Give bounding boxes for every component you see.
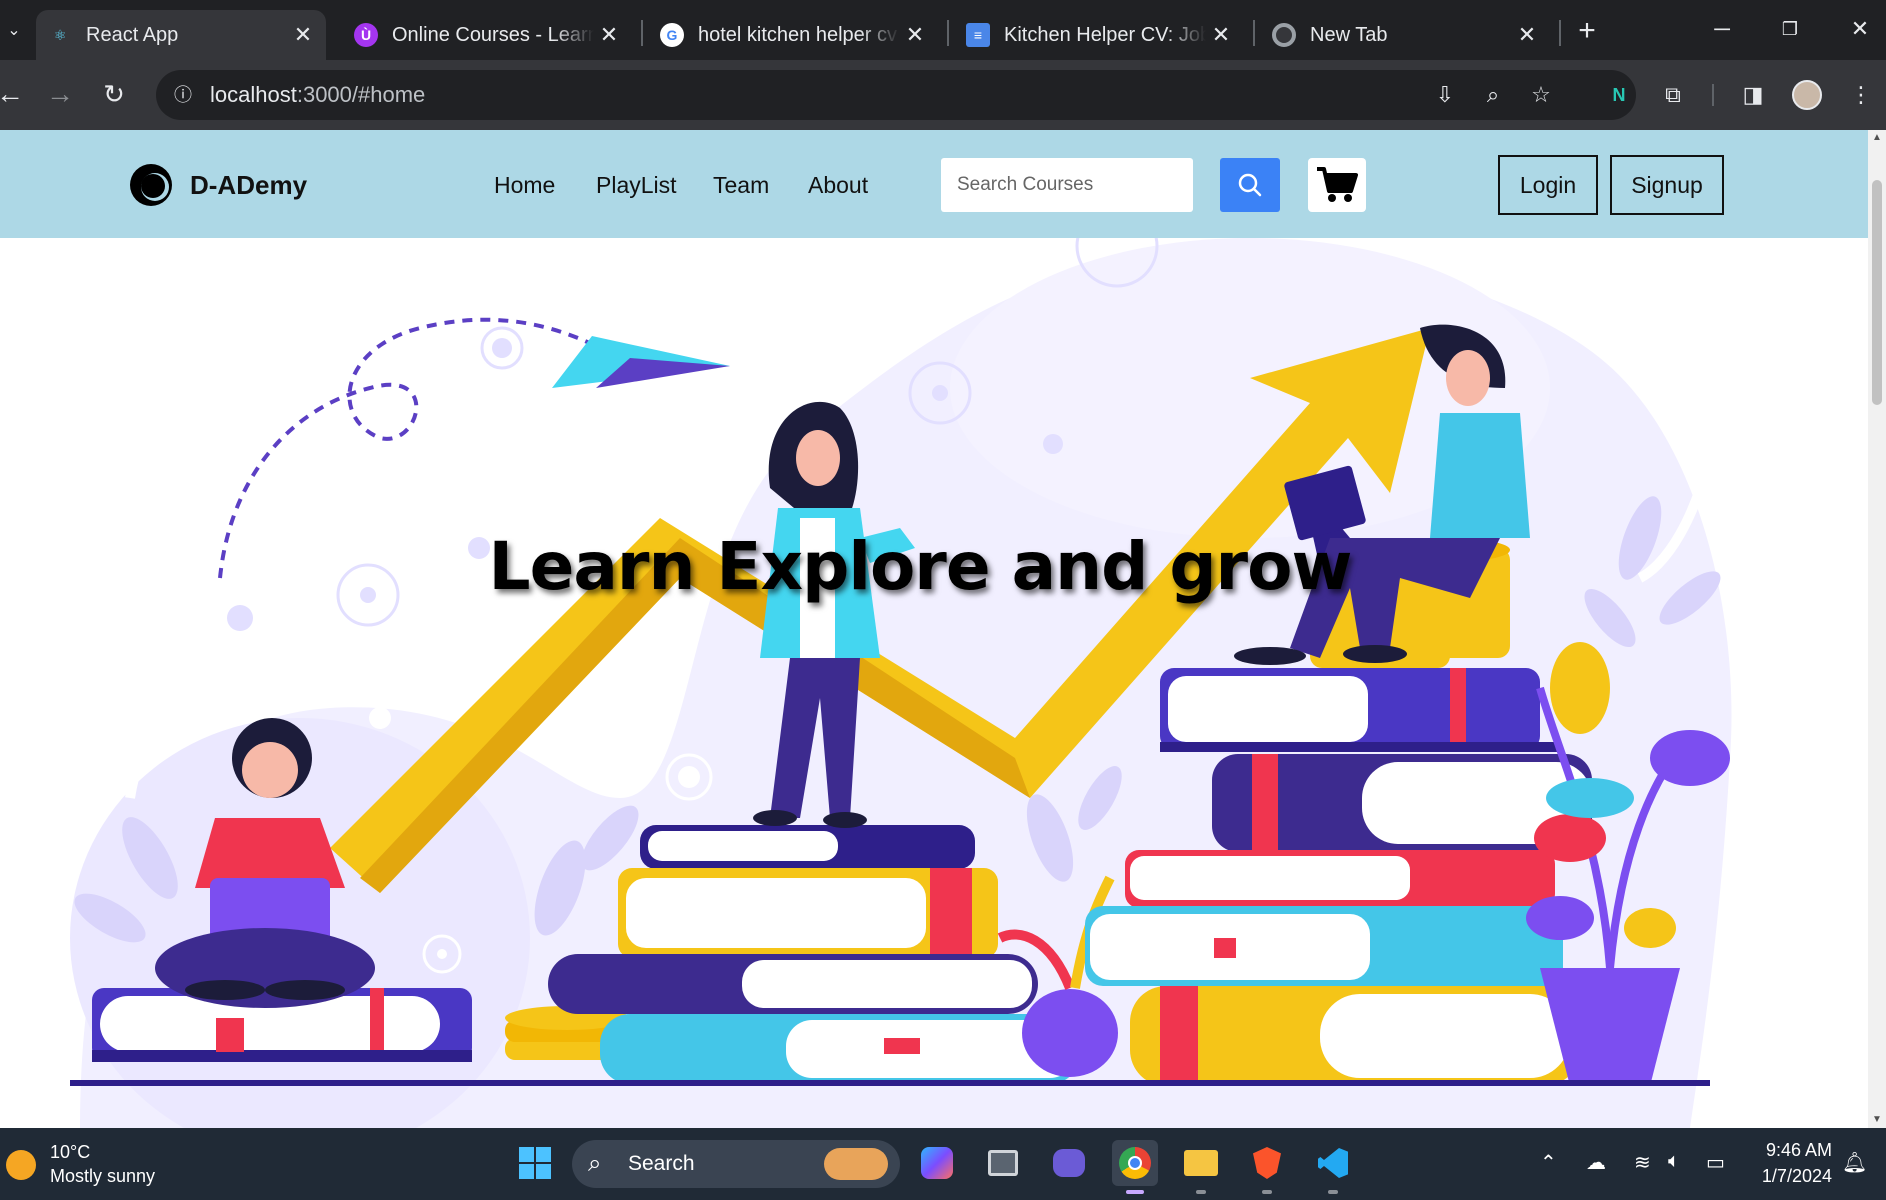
app-indicator (1262, 1190, 1272, 1194)
search-courses-input[interactable] (941, 158, 1193, 212)
tab-title: New Tab (1310, 23, 1388, 46)
restore-icon[interactable]: ❐ (1770, 12, 1810, 46)
signup-button[interactable]: Signup (1610, 155, 1724, 215)
udemy-icon: Ù (354, 23, 378, 47)
close-icon[interactable]: ✕ (594, 22, 624, 48)
vscode-icon[interactable] (1310, 1140, 1356, 1186)
bookmark-star-icon[interactable]: ☆ (1524, 78, 1558, 112)
copilot-icon[interactable] (914, 1140, 960, 1186)
search-highlight-icon (824, 1148, 888, 1180)
react-icon: ⚛ (53, 26, 67, 43)
close-icon[interactable]: ✕ (900, 22, 930, 48)
windows-logo-icon (519, 1147, 551, 1179)
hero-heading: Learn Explore and grow (488, 528, 1353, 605)
search-icon (1238, 173, 1262, 197)
toolbar-divider (1712, 84, 1714, 106)
taskbar-search-label: Search (628, 1152, 695, 1175)
tab-title: Online Courses - Learn Anything (392, 23, 594, 46)
cart-button[interactable] (1308, 158, 1366, 212)
chrome-menu-icon[interactable]: ⋮ (1844, 78, 1878, 112)
scroll-up-icon[interactable]: ▲ (1868, 130, 1886, 146)
new-tab-button[interactable]: + (1572, 14, 1602, 48)
scroll-down-icon[interactable]: ▼ (1868, 1112, 1886, 1128)
weather-temperature[interactable]: 10°C (50, 1142, 90, 1163)
clock-date[interactable]: 1/7/2024 (1756, 1166, 1832, 1187)
tab-online-courses[interactable]: Ù Online Courses - Learn Anything ✕ (342, 10, 632, 60)
taskbar-search[interactable]: ⌕ Search (572, 1140, 900, 1188)
brand-logo-icon[interactable] (128, 162, 174, 208)
extension-n-icon[interactable]: N (1602, 78, 1636, 112)
minimize-icon[interactable]: ─ (1702, 12, 1742, 46)
tab-title: hotel kitchen helper cv sample (698, 23, 900, 46)
close-icon[interactable]: ✕ (288, 22, 318, 48)
brand-name[interactable]: D-ADemy (190, 170, 307, 201)
tab-react-app[interactable]: ⚛ React App ✕ (36, 10, 326, 60)
app-indicator (1196, 1190, 1206, 1194)
tab-divider (641, 20, 643, 46)
tab-divider (1559, 20, 1561, 46)
clock-time[interactable]: 9:46 AM (1762, 1140, 1832, 1161)
close-icon[interactable]: ✕ (1206, 22, 1236, 48)
page-viewport: D-ADemy Home PlayList Team About Login S… (0, 130, 1868, 1128)
chrome-icon (1272, 23, 1296, 47)
tab-strip: ⌄ ⚛ React App ✕ Ù Online Courses - Learn… (0, 0, 1886, 60)
task-view-icon[interactable] (980, 1140, 1026, 1186)
nav-link-team[interactable]: Team (713, 172, 769, 199)
side-panel-icon[interactable]: ◨ (1736, 78, 1770, 112)
scrollbar-thumb[interactable] (1872, 180, 1882, 405)
hero-illustration (70, 238, 1732, 1128)
show-hidden-icons-chevron-icon[interactable]: ⌃ (1540, 1150, 1557, 1175)
hero-section: Learn Explore and grow (0, 238, 1868, 1128)
forward-arrow-icon[interactable]: → (42, 76, 78, 112)
cart-icon (1317, 167, 1358, 202)
tab-search-chevron-icon[interactable]: ⌄ (0, 14, 28, 48)
tab-divider (1253, 20, 1255, 46)
tab-google-search[interactable]: G hotel kitchen helper cv sample ✕ (648, 10, 938, 60)
windows-taskbar: 10°C Mostly sunny ⌕ Search ⌃ ☁ ≋ 🔈︎ ▭ 9:… (0, 1128, 1886, 1200)
back-arrow-icon[interactable]: ← (0, 76, 28, 112)
volume-icon[interactable]: 🔈︎ (1668, 1150, 1680, 1173)
file-explorer-icon[interactable] (1178, 1140, 1224, 1186)
url-host: localhost (210, 82, 297, 107)
nav-link-home[interactable]: Home (494, 172, 555, 199)
brave-icon[interactable] (1244, 1140, 1290, 1186)
install-app-icon[interactable]: ⇩ (1428, 78, 1462, 112)
tab-new-tab[interactable]: New Tab ✕ (1260, 10, 1550, 60)
reload-icon[interactable]: ↻ (96, 76, 132, 112)
url-text[interactable]: localhost:3000/#home (210, 82, 425, 108)
site-navbar: D-ADemy Home PlayList Team About Login S… (0, 130, 1868, 238)
wifi-icon[interactable]: ≋ (1634, 1150, 1651, 1175)
tab-title: React App (86, 23, 179, 46)
site-info-icon[interactable]: ⓘ (164, 76, 202, 114)
close-icon[interactable]: ✕ (1512, 22, 1542, 48)
start-icon[interactable] (512, 1140, 558, 1186)
window-close-icon[interactable]: ✕ (1840, 12, 1880, 46)
weather-description[interactable]: Mostly sunny (50, 1166, 155, 1187)
chrome-taskbar-icon[interactable] (1112, 1140, 1158, 1186)
onedrive-cloud-icon[interactable]: ☁ (1586, 1150, 1606, 1175)
active-app-indicator (1126, 1190, 1144, 1194)
page-scrollbar[interactable]: ▲ ▼ (1868, 130, 1886, 1128)
zoom-icon[interactable]: ⌕ (1476, 78, 1510, 112)
browser-toolbar: ← → ↻ ⓘ localhost:3000/#home ⇩ ⌕ ☆ N ⧉ ◨… (0, 60, 1886, 130)
google-icon: G (660, 23, 684, 47)
tab-divider (947, 20, 949, 46)
login-button[interactable]: Login (1498, 155, 1598, 215)
docs-icon: ≡ (966, 23, 990, 47)
tab-title: Kitchen Helper CV: Job Description (1004, 23, 1206, 46)
tab-kitchen-helper-doc[interactable]: ≡ Kitchen Helper CV: Job Description ✕ (954, 10, 1244, 60)
profile-avatar[interactable] (1792, 80, 1822, 110)
extensions-puzzle-icon[interactable]: ⧉ (1656, 78, 1690, 112)
chat-icon[interactable] (1046, 1140, 1092, 1186)
url-path: :3000/#home (296, 82, 426, 107)
search-icon: ⌕ (588, 1150, 602, 1177)
nav-link-playlist[interactable]: PlayList (596, 172, 677, 199)
search-button[interactable] (1220, 158, 1280, 212)
nav-link-about[interactable]: About (808, 172, 868, 199)
notification-bell-icon[interactable]: 🔔︎ (1842, 1150, 1867, 1175)
address-bar[interactable]: ⓘ localhost:3000/#home ⇩ ⌕ ☆ (156, 70, 1636, 120)
app-indicator (1328, 1190, 1338, 1194)
weather-sun-icon[interactable] (6, 1150, 36, 1180)
battery-icon[interactable]: ▭ (1706, 1150, 1725, 1175)
